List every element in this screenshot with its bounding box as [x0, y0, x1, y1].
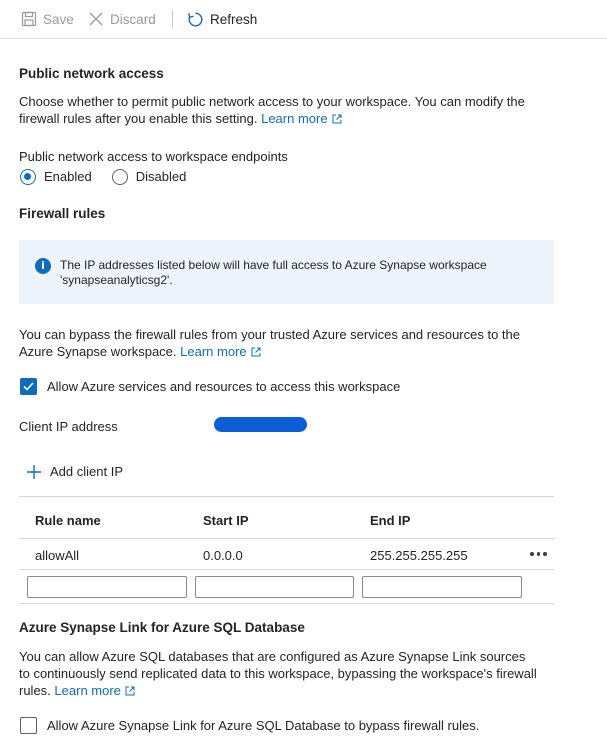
radio-enabled-control[interactable]: [20, 168, 36, 185]
info-banner-text: The IP addresses listed below will have …: [60, 258, 487, 287]
learn-more-label: Learn more: [261, 111, 328, 126]
cell-end-ip: 255.255.255.255: [370, 548, 468, 563]
table-bottom-divider: [19, 603, 554, 604]
bypass-learn-more-link[interactable]: Learn more: [180, 344, 261, 359]
save-label: Save: [43, 11, 74, 27]
refresh-icon: [188, 12, 203, 26]
discard-button[interactable]: Discard: [88, 0, 156, 38]
learn-more-label: Learn more: [54, 683, 121, 698]
learn-more-label: Learn more: [180, 344, 247, 359]
allow-synapse-link-checkbox[interactable]: Allow Azure Synapse Link for Azure SQL D…: [20, 717, 479, 734]
radio-disabled-control[interactable]: [111, 168, 128, 185]
client-ip-label: Client IP address: [19, 419, 118, 434]
bypass-description-text: You can bypass the firewall rules from y…: [19, 327, 520, 359]
allow-synapse-link-checkbox-control[interactable]: [20, 717, 37, 734]
synapse-link-description: You can allow Azure SQL databases that a…: [19, 648, 539, 699]
client-ip-value-redacted: [214, 417, 307, 432]
info-banner: i The IP addresses listed below will hav…: [19, 240, 554, 304]
save-icon: [21, 11, 37, 27]
allow-synapse-link-label: Allow Azure Synapse Link for Azure SQL D…: [47, 718, 480, 733]
info-icon: i: [35, 258, 51, 274]
public-access-learn-more-link[interactable]: Learn more: [261, 111, 342, 126]
radio-enabled-label: Enabled: [44, 169, 92, 184]
public-access-title: Public network access: [19, 66, 164, 81]
discard-label: Discard: [110, 11, 156, 27]
radio-disabled-label: Disabled: [135, 169, 187, 184]
radio-enabled[interactable]: Enabled: [20, 168, 92, 185]
table-top-divider: [19, 496, 554, 497]
row-more-actions-icon[interactable]: [530, 552, 547, 556]
add-client-ip-button[interactable]: Add client IP: [26, 463, 123, 480]
radio-disabled[interactable]: Disabled: [111, 168, 187, 185]
refresh-button[interactable]: Refresh: [187, 0, 257, 38]
command-bar: Save Discard Refresh: [0, 0, 607, 39]
external-link-icon: [125, 686, 135, 696]
allow-azure-checkbox-control[interactable]: [20, 378, 37, 395]
new-start-ip-input[interactable]: [195, 576, 354, 598]
column-header-start-ip: Start IP: [203, 513, 249, 528]
column-header-end-ip: End IP: [370, 513, 411, 528]
add-icon: [27, 464, 41, 479]
allow-azure-label: Allow Azure services and resources to ac…: [47, 379, 401, 394]
synapse-link-title: Azure Synapse Link for Azure SQL Databas…: [19, 620, 305, 635]
save-button[interactable]: Save: [21, 0, 74, 38]
endpoints-label: Public network access to workspace endpo…: [19, 149, 288, 164]
add-client-ip-label: Add client IP: [50, 464, 123, 479]
radio-group-public-access: Enabled Disabled: [20, 168, 186, 185]
toolbar-divider: [172, 10, 173, 28]
checkmark-icon: [23, 382, 34, 391]
table-row: allowAll 0.0.0.0 255.255.255.255: [19, 539, 554, 569]
external-link-icon: [332, 114, 342, 124]
table-row-divider: [19, 569, 554, 570]
public-access-description: Choose whether to permit public network …: [19, 93, 539, 127]
new-rule-name-input[interactable]: [27, 576, 187, 598]
cell-rule-name: allowAll: [35, 548, 80, 563]
close-icon: [89, 12, 103, 26]
cell-start-ip: 0.0.0.0: [203, 548, 243, 563]
column-header-rule-name: Rule name: [35, 513, 101, 528]
firewall-title: Firewall rules: [19, 206, 106, 221]
external-link-icon: [251, 347, 261, 357]
bypass-description: You can bypass the firewall rules from y…: [19, 326, 554, 360]
synapse-link-learn-more-link[interactable]: Learn more: [54, 683, 135, 698]
allow-azure-services-checkbox[interactable]: Allow Azure services and resources to ac…: [20, 378, 400, 395]
new-end-ip-input[interactable]: [362, 576, 522, 598]
refresh-label: Refresh: [210, 11, 258, 27]
